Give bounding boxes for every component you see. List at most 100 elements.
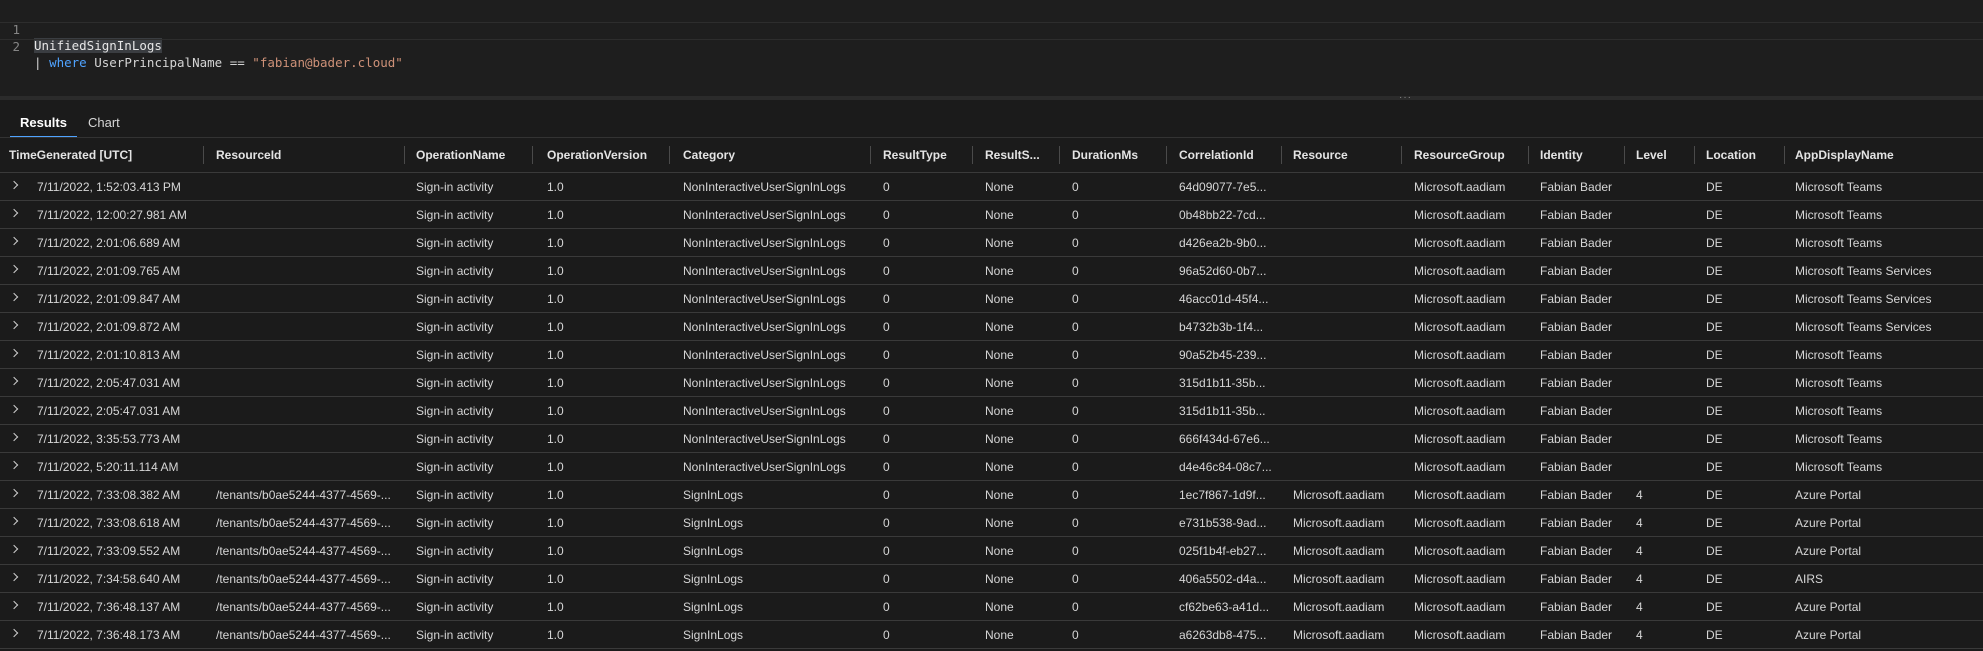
query-editor[interactable]: 1 UnifiedSignInLogs 2 | where UserPrinci… xyxy=(0,0,1983,96)
column-resize-handle[interactable] xyxy=(1784,146,1785,164)
column-resize-handle[interactable] xyxy=(203,146,204,164)
chevron-right-icon[interactable] xyxy=(9,600,19,610)
table-row[interactable]: 7/11/2022, 2:01:09.872 AM Sign-in activit… xyxy=(0,313,1983,341)
column-resize-handle[interactable] xyxy=(669,146,670,164)
table-row[interactable]: 7/11/2022, 3:35:53.773 AM Sign-in activit… xyxy=(0,425,1983,453)
chevron-right-icon[interactable] xyxy=(9,516,19,526)
table-row[interactable]: 7/11/2022, 7:36:48.137 AM/tenants/b0ae52… xyxy=(0,593,1983,621)
cell-operation-version: 1.0 xyxy=(547,460,564,474)
column-header-location[interactable]: Location xyxy=(1706,138,1787,172)
column-header-identity[interactable]: Identity xyxy=(1540,138,1628,172)
chevron-right-icon[interactable] xyxy=(9,460,19,470)
table-row[interactable]: 7/11/2022, 7:33:09.552 AM/tenants/b0ae52… xyxy=(0,537,1983,565)
editor-line[interactable]: 1 UnifiedSignInLogs xyxy=(0,6,1983,53)
cell-identity: Fabian Bader xyxy=(1540,180,1613,194)
editor-line[interactable]: 2 | where UserPrincipalName == "fabian@b… xyxy=(0,22,1983,70)
cell-time-generated: 7/11/2022, 7:36:48.173 AM xyxy=(37,628,181,642)
column-header-resource[interactable]: Resource xyxy=(1293,138,1406,172)
table-row[interactable]: 7/11/2022, 12:00:27.981 AM Sign-in activi… xyxy=(0,201,1983,229)
chevron-right-icon[interactable] xyxy=(9,292,19,302)
table-row[interactable]: 7/11/2022, 5:20:11.114 AM Sign-in activit… xyxy=(0,453,1983,481)
column-header-correlation-id[interactable]: CorrelationId xyxy=(1179,138,1285,172)
column-header-level[interactable]: Level xyxy=(1636,138,1698,172)
cell-category: NonInteractiveUserSignInLogs xyxy=(683,292,846,306)
cell-operation-name: Sign-in activity xyxy=(416,208,494,222)
column-header-result-type[interactable]: ResultType xyxy=(883,138,977,172)
cell-operation-version: 1.0 xyxy=(547,292,564,306)
column-resize-handle[interactable] xyxy=(1401,146,1402,164)
pane-splitter[interactable] xyxy=(0,96,1983,100)
cell-time-generated: 7/11/2022, 2:01:06.689 AM xyxy=(37,236,181,250)
table-row[interactable]: 7/11/2022, 2:01:06.689 AM Sign-in activit… xyxy=(0,229,1983,257)
column-resize-handle[interactable] xyxy=(1059,146,1060,164)
column-resize-handle[interactable] xyxy=(1166,146,1167,164)
column-header-app-display-name[interactable]: AppDisplayName xyxy=(1795,138,1975,172)
cell-location: DE xyxy=(1706,516,1723,530)
table-row[interactable]: 7/11/2022, 7:34:58.640 AM/tenants/b0ae52… xyxy=(0,565,1983,593)
cell-resource-id xyxy=(216,285,408,312)
table-row[interactable]: 7/11/2022, 7:36:48.173 AM/tenants/b0ae52… xyxy=(0,621,1983,649)
cell-operation-version: 1.0 xyxy=(547,236,564,250)
column-resize-handle[interactable] xyxy=(972,146,973,164)
cell-duration-ms: 0 xyxy=(1072,264,1079,278)
chevron-right-icon[interactable] xyxy=(9,236,19,246)
chevron-right-icon[interactable] xyxy=(9,628,19,638)
column-header-category[interactable]: Category xyxy=(683,138,875,172)
cell-resource: Microsoft.aadiam xyxy=(1293,488,1385,502)
column-resize-handle[interactable] xyxy=(532,146,533,164)
cell-duration-ms: 0 xyxy=(1072,348,1079,362)
chevron-right-icon[interactable] xyxy=(9,264,19,274)
chevron-right-icon[interactable] xyxy=(9,376,19,386)
cell-result-signature: None xyxy=(985,516,1014,530)
column-resize-handle[interactable] xyxy=(1694,146,1695,164)
chevron-right-icon[interactable] xyxy=(9,404,19,414)
chevron-right-icon[interactable] xyxy=(9,180,19,190)
column-resize-handle[interactable] xyxy=(1281,146,1282,164)
tab-results[interactable]: Results xyxy=(10,113,77,138)
column-resize-handle[interactable] xyxy=(404,146,405,164)
column-resize-handle[interactable] xyxy=(870,146,871,164)
table-row[interactable]: 7/11/2022, 1:52:03.413 PM Sign-in activit… xyxy=(0,173,1983,201)
table-row[interactable]: 7/11/2022, 2:05:47.031 AM Sign-in activit… xyxy=(0,369,1983,397)
table-row[interactable]: 7/11/2022, 7:33:08.382 AM/tenants/b0ae52… xyxy=(0,481,1983,509)
cell-app-display-name: Microsoft Teams Services xyxy=(1795,292,1932,306)
chevron-right-icon[interactable] xyxy=(9,320,19,330)
cell-duration-ms: 0 xyxy=(1072,208,1079,222)
cell-result-type: 0 xyxy=(883,628,890,642)
cell-operation-version: 1.0 xyxy=(547,264,564,278)
column-header-duration-ms[interactable]: DurationMs xyxy=(1072,138,1171,172)
cell-category: NonInteractiveUserSignInLogs xyxy=(683,180,846,194)
table-row[interactable]: 7/11/2022, 2:05:47.031 AM Sign-in activit… xyxy=(0,397,1983,425)
column-resize-handle[interactable] xyxy=(1528,146,1529,164)
grid-header-row: TimeGenerated [UTC] ResourceId OperationNa… xyxy=(0,138,1983,173)
splitter-grip-icon[interactable]: ··· xyxy=(1399,93,1412,103)
cell-operation-version: 1.0 xyxy=(547,376,564,390)
cell-location: DE xyxy=(1706,264,1723,278)
column-header-time-generated[interactable]: TimeGenerated [UTC] xyxy=(9,138,208,172)
cell-category: SignInLogs xyxy=(683,600,744,614)
chevron-right-icon[interactable] xyxy=(9,348,19,358)
cell-operation-name: Sign-in activity xyxy=(416,180,494,194)
column-resize-handle[interactable] xyxy=(1624,146,1625,164)
chevron-right-icon[interactable] xyxy=(9,208,19,218)
cell-result-signature: None xyxy=(985,488,1014,502)
chevron-right-icon[interactable] xyxy=(9,572,19,582)
cell-correlation-id: 406a5502-d4a... xyxy=(1179,572,1267,586)
column-header-resource-group[interactable]: ResourceGroup xyxy=(1414,138,1532,172)
chevron-right-icon[interactable] xyxy=(9,544,19,554)
cell-app-display-name: Microsoft Teams Services xyxy=(1795,320,1932,334)
table-row[interactable]: 7/11/2022, 2:01:10.813 AM Sign-in activit… xyxy=(0,341,1983,369)
tab-chart[interactable]: Chart xyxy=(88,113,120,138)
column-header-operation-version[interactable]: OperationVersion xyxy=(547,138,675,172)
cell-time-generated: 7/11/2022, 2:01:10.813 AM xyxy=(37,348,181,362)
column-header-resource-id[interactable]: ResourceId xyxy=(216,138,408,172)
cell-operation-name: Sign-in activity xyxy=(416,320,494,334)
table-row[interactable]: 7/11/2022, 7:33:08.618 AM/tenants/b0ae52… xyxy=(0,509,1983,537)
cell-resource-group: Microsoft.aadiam xyxy=(1414,348,1506,362)
table-row[interactable]: 7/11/2022, 2:01:09.847 AM Sign-in activit… xyxy=(0,285,1983,313)
chevron-right-icon[interactable] xyxy=(9,432,19,442)
table-row[interactable]: 7/11/2022, 2:01:09.765 AM Sign-in activit… xyxy=(0,257,1983,285)
chevron-right-icon[interactable] xyxy=(9,488,19,498)
column-header-result-signature[interactable]: ResultS... xyxy=(985,138,1064,172)
column-header-operation-name[interactable]: OperationName xyxy=(416,138,539,172)
